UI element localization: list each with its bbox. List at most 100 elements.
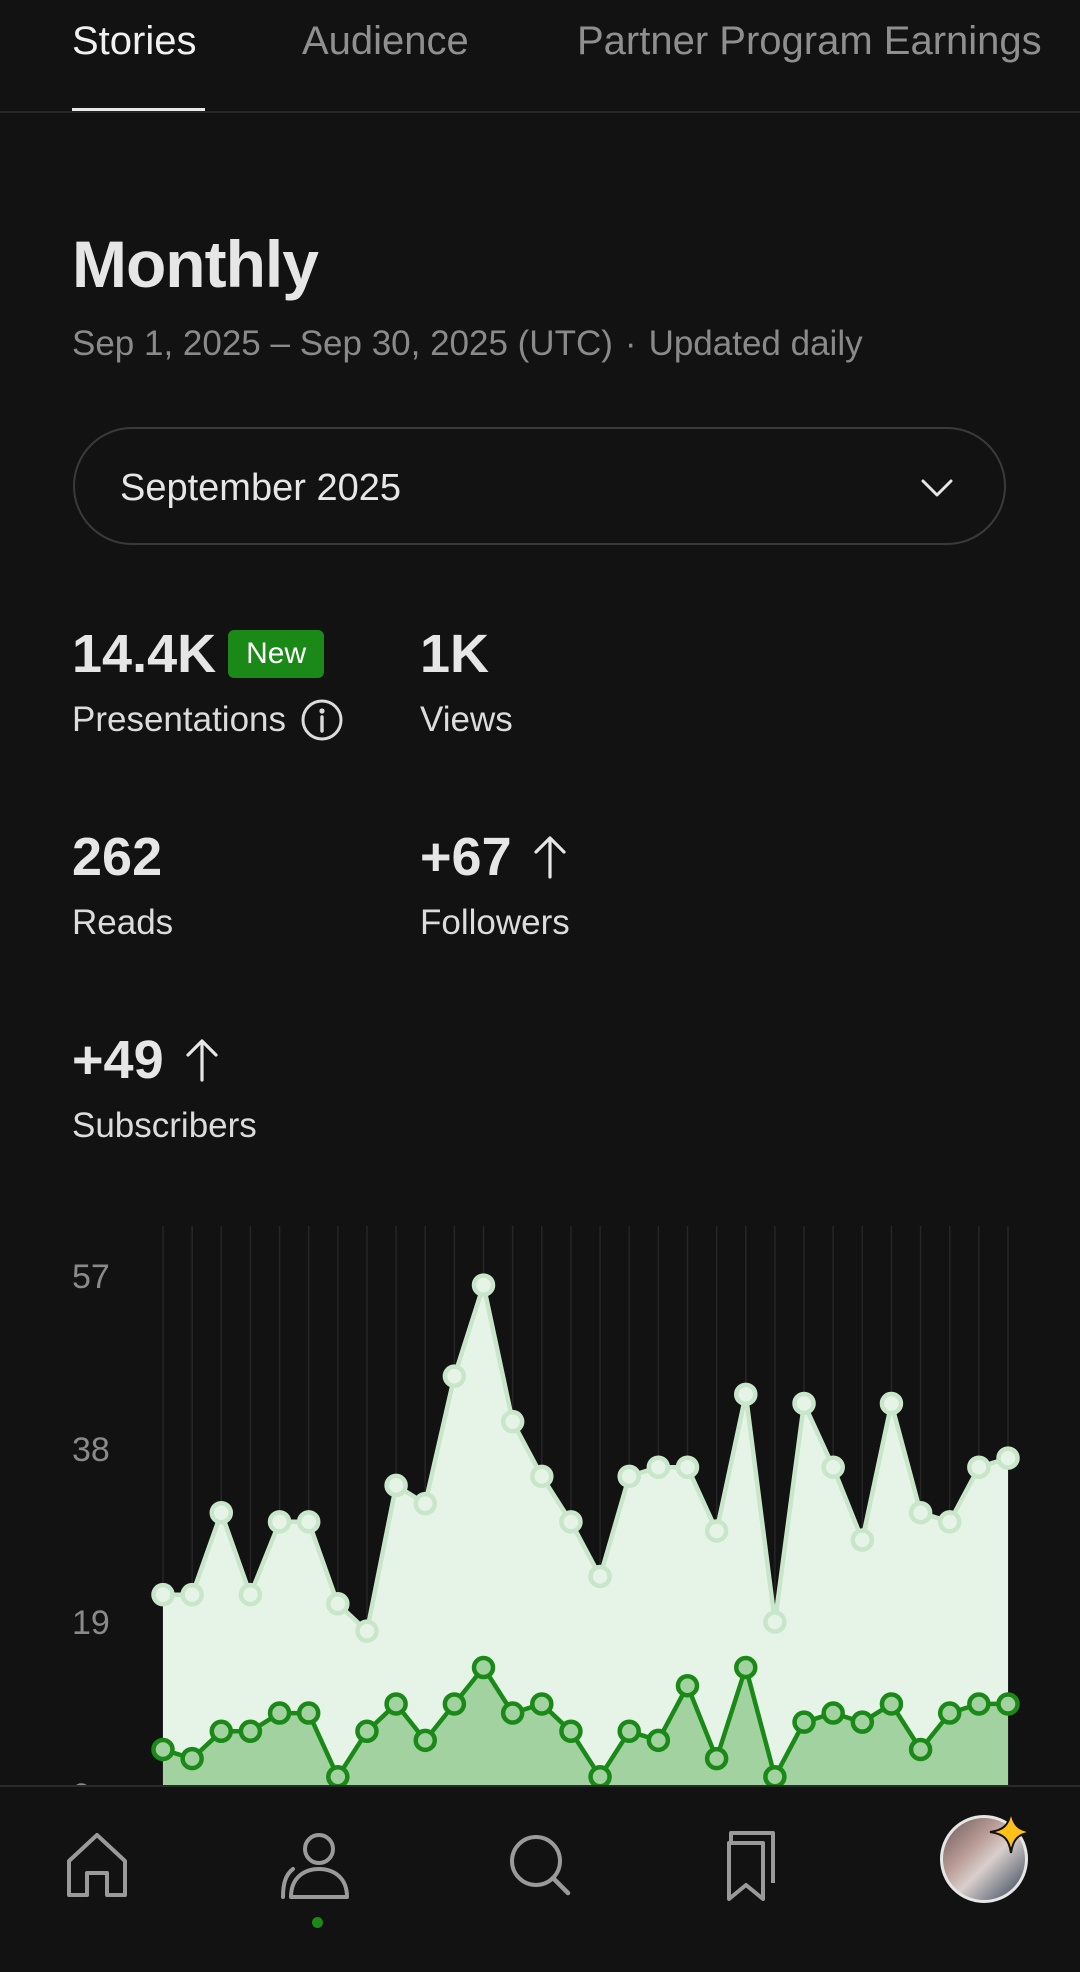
arrow-up-icon (186, 1039, 218, 1082)
data-point (734, 1655, 758, 1680)
arrow-up-icon (534, 836, 566, 879)
data-point (500, 1409, 525, 1434)
stats-chart: 0 19 38 57 (72, 1226, 1020, 1785)
chevron-down-icon (921, 479, 953, 497)
home-icon[interactable] (57, 1825, 137, 1905)
y-tick-label: 38 (72, 1431, 110, 1469)
data-point (879, 1391, 904, 1416)
views-label: Views (420, 700, 513, 739)
data-point (646, 1455, 671, 1479)
stat-followers: +67 Followers (420, 825, 570, 945)
data-point (821, 1455, 845, 1479)
data-point (996, 1692, 1020, 1716)
date-range: Sep 1, 2025 – Sep 30, 2025 (UTC) (72, 324, 613, 363)
data-point (238, 1582, 263, 1607)
data-point (180, 1746, 204, 1771)
data-point (296, 1510, 321, 1534)
update-note: Updated daily (648, 324, 863, 363)
tab-audience[interactable]: Audience (302, 16, 469, 66)
period-select[interactable]: September 2025 (73, 427, 1006, 545)
data-point (296, 1701, 321, 1725)
data-point (617, 1719, 641, 1744)
data-point (209, 1719, 234, 1744)
data-point (967, 1692, 991, 1716)
data-point (559, 1510, 583, 1534)
data-point (704, 1746, 729, 1771)
data-point (763, 1610, 787, 1634)
data-point (442, 1364, 467, 1388)
tab-bar: Stories Audience Partner Program Earning… (0, 0, 1080, 113)
active-nav-indicator (312, 1917, 323, 1928)
profile-stats-icon[interactable] (275, 1825, 355, 1905)
data-point (937, 1701, 962, 1725)
subscribers-label: Subscribers (72, 1106, 257, 1145)
data-point (355, 1619, 379, 1643)
presentations-label: Presentations (72, 700, 287, 739)
data-point (908, 1500, 933, 1525)
stat-presentations: 14.4K New Presentations (72, 622, 344, 742)
period-select-value: September 2025 (120, 467, 401, 509)
data-point (384, 1692, 408, 1716)
data-point (763, 1765, 787, 1785)
active-tab-indicator (72, 108, 205, 111)
page-title: Monthly (72, 227, 319, 301)
data-point (792, 1391, 816, 1416)
data-point (792, 1710, 816, 1734)
data-point (180, 1582, 204, 1607)
data-point (675, 1455, 700, 1479)
data-point (355, 1719, 379, 1744)
data-point (588, 1564, 612, 1589)
tab-partner-program-earnings[interactable]: Partner Program Earnings (577, 16, 1042, 66)
data-point (442, 1692, 467, 1716)
data-point (996, 1446, 1020, 1470)
reads-label: Reads (72, 903, 174, 942)
data-point (850, 1528, 875, 1552)
data-point (209, 1500, 234, 1525)
data-point (850, 1710, 875, 1734)
stat-reads: 262 Reads (72, 825, 173, 945)
data-point (530, 1464, 554, 1489)
y-tick-label: 0 (72, 1777, 91, 1785)
stat-subscribers: +49 Subscribers (72, 1028, 257, 1148)
subscribers-value: +49 (72, 1030, 164, 1090)
y-tick-label: 57 (72, 1258, 110, 1296)
data-point (413, 1491, 437, 1516)
data-point (530, 1692, 554, 1716)
data-point (151, 1737, 175, 1762)
data-point (326, 1592, 350, 1616)
data-point (734, 1382, 758, 1407)
tab-stories[interactable]: Stories (72, 16, 197, 66)
data-point (559, 1719, 583, 1744)
data-point (238, 1719, 263, 1744)
date-range-line: Sep 1, 2025 – Sep 30, 2025 (UTC) · Updated… (72, 322, 863, 366)
data-point (879, 1692, 904, 1716)
data-point (500, 1701, 525, 1725)
data-point (413, 1728, 437, 1753)
data-point (267, 1701, 292, 1725)
new-badge: New (228, 630, 325, 678)
data-point (821, 1701, 845, 1725)
data-point (937, 1510, 962, 1534)
y-tick-label: 19 (72, 1604, 110, 1642)
bookmarks-icon[interactable] (715, 1825, 795, 1905)
data-point (151, 1582, 175, 1607)
data-point (967, 1455, 991, 1479)
data-point (617, 1464, 641, 1489)
data-point (646, 1728, 671, 1753)
data-point (326, 1765, 350, 1785)
info-icon[interactable] (300, 698, 344, 742)
views-value: 1K (420, 624, 490, 684)
followers-label: Followers (420, 903, 570, 942)
sparkle-icon (989, 1810, 1033, 1854)
search-icon[interactable] (500, 1825, 580, 1905)
stat-views: 1K Views (420, 622, 513, 742)
followers-value: +67 (420, 827, 512, 887)
data-point (704, 1519, 729, 1543)
data-point (384, 1473, 408, 1498)
data-point (675, 1673, 700, 1698)
data-point (471, 1273, 496, 1297)
presentations-value: 14.4K (72, 624, 217, 684)
data-point (267, 1510, 292, 1534)
bottom-nav (0, 1785, 1080, 1972)
data-point (588, 1765, 612, 1785)
